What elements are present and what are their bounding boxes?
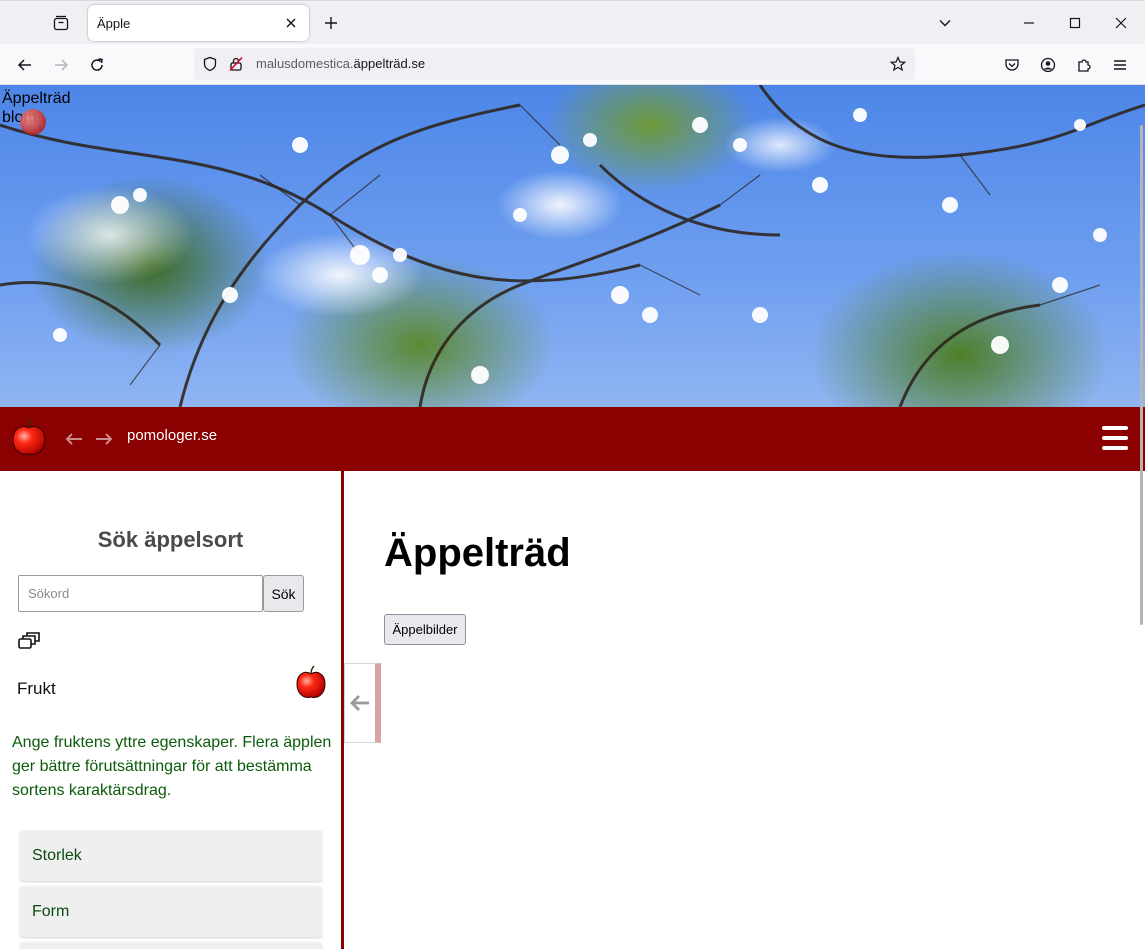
search-button[interactable]: Sök	[263, 575, 304, 612]
tab-title: Äpple	[97, 15, 131, 31]
multiple-windows-icon[interactable]	[18, 631, 40, 649]
back-arrow-icon[interactable]	[62, 427, 86, 451]
url-text[interactable]: malusdomestica.äppelträd.se	[256, 56, 425, 71]
collapse-sidebar-button[interactable]	[344, 663, 381, 743]
url-bar[interactable]: malusdomestica.äppelträd.se	[194, 48, 915, 80]
url-domain: äppelträd.se	[353, 56, 426, 71]
new-tab-icon[interactable]	[318, 10, 344, 36]
scrollbar[interactable]	[1139, 85, 1145, 949]
section-title-frukt: Frukt	[17, 679, 56, 698]
maximize-icon[interactable]	[1052, 1, 1098, 45]
tab-close-icon[interactable]	[279, 11, 303, 35]
back-icon[interactable]	[10, 50, 40, 80]
pocket-icon[interactable]	[997, 50, 1027, 80]
reload-icon[interactable]	[82, 50, 112, 80]
apple-logo-icon[interactable]	[11, 419, 47, 457]
search-input[interactable]	[18, 575, 263, 612]
account-icon[interactable]	[1033, 50, 1063, 80]
shield-icon[interactable]	[202, 56, 218, 77]
menu-icon[interactable]	[1105, 50, 1135, 80]
page-title: Äppelträd	[384, 531, 571, 575]
accordion-label: Form	[32, 902, 70, 920]
accordion-item[interactable]	[20, 942, 322, 949]
extensions-icon[interactable]	[1069, 50, 1099, 80]
chevron-down-icon[interactable]	[932, 10, 958, 36]
close-window-icon[interactable]	[1098, 1, 1144, 45]
forward-arrow-icon[interactable]	[92, 427, 116, 451]
web-page: Äppelträd blom pomologer.se Sök äppelsort…	[0, 85, 1145, 949]
search-heading: Sök äppelsort	[97, 527, 244, 552]
forward-icon[interactable]	[46, 50, 76, 80]
hero-image: Äppelträd blom	[0, 85, 1145, 407]
appelbilder-button[interactable]: Äppelbilder	[384, 614, 466, 645]
blossom-branches-graphic	[0, 85, 1145, 407]
accordion-label: Storlek	[32, 846, 82, 864]
minimize-icon[interactable]	[1006, 1, 1052, 45]
bookmark-star-icon[interactable]	[889, 56, 907, 77]
browser-tab-bar: Äpple	[0, 0, 1145, 44]
url-prefix: malusdomestica.	[256, 56, 354, 71]
arrow-left-icon	[350, 695, 369, 711]
hamburger-menu-icon[interactable]	[1102, 426, 1130, 450]
accordion-storlek[interactable]: Storlek	[20, 830, 322, 881]
site-header: pomologer.se	[0, 407, 1145, 471]
insecure-lock-icon[interactable]	[228, 56, 244, 77]
frukt-description: Ange fruktens yttre egenskaper. Flera äp…	[12, 734, 332, 799]
accordion-form[interactable]: Form	[20, 886, 322, 937]
scrollbar-thumb[interactable]	[1140, 125, 1143, 625]
site-name-link[interactable]: pomologer.se	[127, 427, 217, 444]
sidebar: Sök äppelsort Sök Frukt Ange fruktens yt…	[0, 471, 341, 949]
tab-overview-icon[interactable]	[46, 9, 76, 37]
browser-nav-bar: malusdomestica.äppelträd.se	[0, 44, 1145, 85]
apple-icon	[296, 666, 326, 698]
apple-icon	[20, 109, 46, 135]
browser-tab[interactable]: Äpple	[88, 5, 309, 41]
